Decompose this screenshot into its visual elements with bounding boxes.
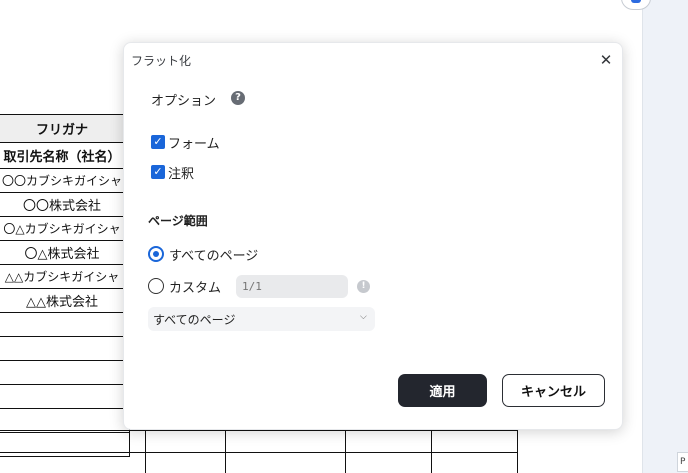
app-icon bbox=[631, 0, 641, 3]
side-panel-field[interactable]: P bbox=[677, 452, 688, 472]
table-cell bbox=[345, 452, 432, 473]
table-cell bbox=[0, 408, 130, 433]
chevron-down-icon: ⌵ bbox=[360, 312, 367, 322]
checkbox-checked-icon[interactable]: ✓ bbox=[151, 165, 165, 179]
table-cell: 〇△カブシキガイシャ bbox=[0, 216, 130, 241]
close-icon[interactable]: ✕ bbox=[596, 50, 616, 70]
document-table: フリガナ 取引先名称（社名） 〇〇カブシキガイシャ 〇〇株式会社 〇△カブシキガ… bbox=[0, 114, 130, 457]
page-subset-select[interactable]: すべてのページ ⌵ bbox=[148, 307, 375, 331]
table-cell bbox=[0, 384, 130, 409]
radio-all-pages[interactable]: すべてのページ bbox=[148, 245, 259, 264]
table-cell bbox=[225, 430, 346, 453]
table-header: フリガナ bbox=[0, 114, 130, 143]
table-cell bbox=[431, 452, 518, 473]
dialog-title: フラット化 bbox=[131, 54, 192, 68]
table-cell bbox=[0, 312, 130, 337]
checkbox-form[interactable]: ✓ フォーム bbox=[151, 133, 220, 152]
table-cell: 〇〇株式会社 bbox=[0, 192, 130, 217]
table-cell: △△株式会社 bbox=[0, 288, 130, 313]
table-cell bbox=[431, 430, 518, 453]
table-cell: 〇△株式会社 bbox=[0, 240, 130, 265]
radio-label: すべてのページ bbox=[169, 248, 259, 264]
table-subheader: 取引先名称（社名） bbox=[0, 142, 130, 169]
cancel-button[interactable]: キャンセル bbox=[502, 374, 605, 407]
checkbox-label: フォーム bbox=[168, 136, 220, 152]
radio-unselected-icon[interactable] bbox=[148, 278, 164, 294]
table-cell bbox=[0, 336, 130, 361]
select-value: すべてのページ bbox=[153, 313, 236, 327]
table-cell: 〇〇カブシキガイシャ bbox=[0, 168, 130, 193]
checkbox-annotation[interactable]: ✓ 注釈 bbox=[151, 163, 195, 182]
side-panel bbox=[642, 0, 688, 473]
table-cell bbox=[225, 452, 346, 473]
table-cell bbox=[0, 452, 146, 473]
flatten-dialog: フラット化 ✕ オプション ? ✓ フォーム ✓ 注釈 ページ範囲 すべてのペー… bbox=[123, 42, 623, 430]
info-icon: ! bbox=[357, 280, 370, 293]
radio-label: カスタム bbox=[169, 280, 222, 296]
table-cell bbox=[145, 452, 226, 473]
table-cell bbox=[345, 430, 432, 453]
checkbox-checked-icon[interactable]: ✓ bbox=[151, 135, 165, 149]
checkbox-label: 注釈 bbox=[168, 166, 195, 182]
help-icon[interactable]: ? bbox=[231, 91, 245, 105]
document-table-lower bbox=[0, 430, 518, 473]
page-range-label: ページ範囲 bbox=[148, 214, 208, 228]
apply-button[interactable]: 適用 bbox=[398, 374, 487, 407]
radio-custom[interactable]: カスタム bbox=[148, 277, 222, 296]
table-cell: △△カブシキガイシャ bbox=[0, 264, 130, 289]
table-cell bbox=[0, 360, 130, 385]
table-cell bbox=[0, 430, 146, 453]
radio-selected-icon[interactable] bbox=[148, 246, 164, 262]
options-label: オプション bbox=[151, 94, 217, 109]
app-screen: フリガナ 取引先名称（社名） 〇〇カブシキガイシャ 〇〇株式会社 〇△カブシキガ… bbox=[0, 0, 688, 473]
table-cell bbox=[145, 430, 226, 453]
custom-range-input[interactable] bbox=[236, 275, 348, 298]
